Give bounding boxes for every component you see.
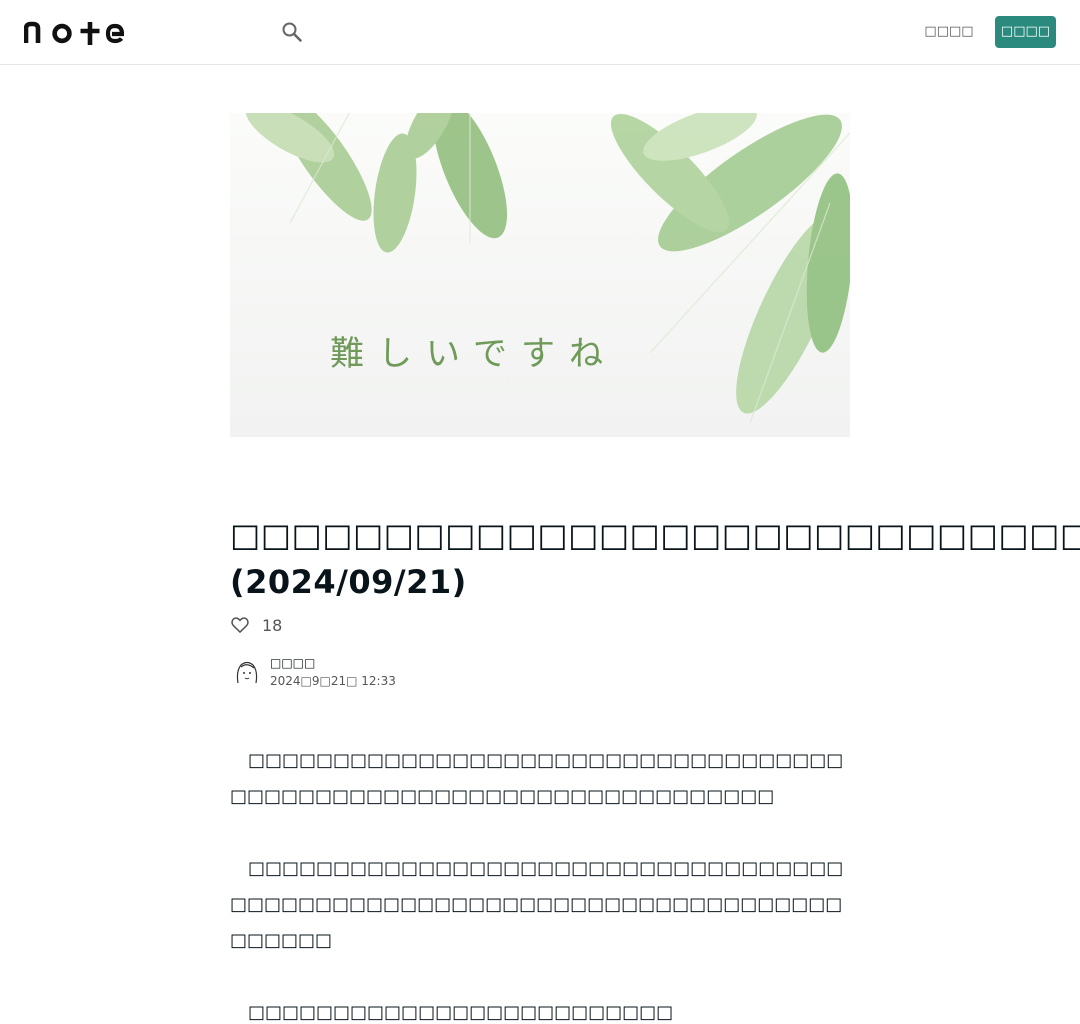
paragraph: □□□□□□□□□□□□□□□□□□□□□□□□□ [230, 1002, 674, 1023]
site-header: note □□□□ □□□□ [0, 0, 1080, 65]
like-row: 18 [230, 613, 282, 637]
login-link[interactable]: □□□□ [924, 20, 974, 44]
note-logo[interactable]: note [24, 19, 124, 45]
author-name[interactable]: □□□□ [270, 654, 396, 672]
signup-button[interactable]: □□□□ [995, 16, 1056, 48]
avatar[interactable] [232, 657, 262, 687]
author-info: □□□□ 2024□9□21□ 12:33 [232, 654, 396, 690]
paragraph: □□□□□□□□□□□□□□□□□□□□□□□□□□□□□□□□□□□□□□□□… [230, 750, 844, 807]
search-icon [282, 22, 302, 42]
search-button[interactable] [280, 20, 304, 44]
hero-image: 難しいですね [230, 113, 850, 437]
paragraph: □□□□□□□□□□□□□□□□□□□□□□□□□□□□□□□□□□□□□□□□… [230, 858, 844, 951]
like-count: 18 [262, 615, 283, 635]
hero-caption: 難しいですね [330, 334, 617, 374]
heart-icon[interactable] [230, 615, 250, 635]
article-body: □□□□□□□□□□□□□□□□□□□□□□□□□□□□□□□□□□□□□□□□… [230, 743, 850, 1024]
post-date: 2024□9□21□ 12:33 [270, 674, 396, 688]
article-title: □□□□□□□□□□□□□□□□□□□□□□□□□□□□ (2024/09/21… [230, 516, 1080, 601]
